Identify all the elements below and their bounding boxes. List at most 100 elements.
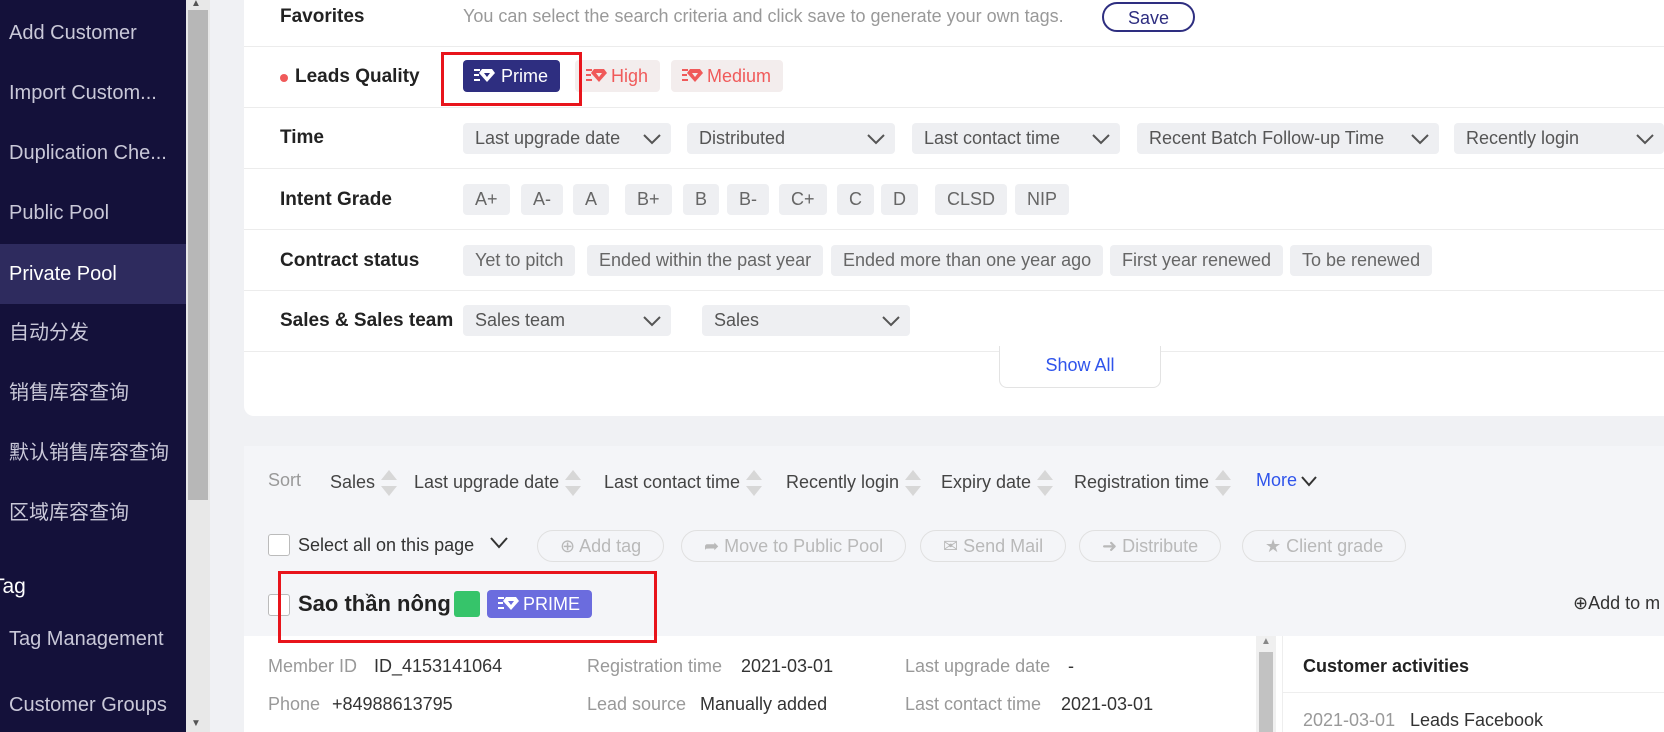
last-upgrade-value: - <box>1068 656 1074 676</box>
star-icon: ★ <box>1265 536 1287 556</box>
sort-arrows-icon[interactable] <box>746 470 763 496</box>
customer-details: Member ID ID_4153141064 Phone +849886137… <box>244 636 1254 732</box>
sort-more[interactable]: More <box>1256 470 1317 491</box>
grade-chip-d[interactable]: D <box>881 184 918 215</box>
dropdown-label: Sales <box>714 310 760 330</box>
nav-add-customer[interactable]: Add Customer <box>0 4 186 62</box>
sort-arrows-icon[interactable] <box>565 470 582 496</box>
dropdown-label: Recent Batch Follow-up Time <box>1149 128 1385 148</box>
contract-chip-first-year-renewed[interactable]: First year renewed <box>1110 245 1284 276</box>
dropdown-last-contact-time[interactable]: Last contact time <box>912 123 1120 154</box>
grade-chip-a-minus[interactable]: A- <box>521 184 563 215</box>
quality-chip-high[interactable]: High <box>575 60 661 93</box>
show-all-button[interactable]: Show All <box>999 346 1161 388</box>
sort-label: Sort <box>268 470 302 490</box>
dropdown-recently-login[interactable]: Recently login <box>1454 123 1664 154</box>
client-grade-label: Client grade <box>1286 536 1384 556</box>
contract-chip-to-be-renewed[interactable]: To be renewed <box>1290 245 1433 276</box>
sort-last-contact-time[interactable]: Last contact time <box>604 470 763 496</box>
nav-duplication-check[interactable]: Duplication Che... <box>0 124 186 182</box>
scroll-up-icon[interactable]: ▲ <box>191 0 201 9</box>
dropdown-recent-batch-follow-up[interactable]: Recent Batch Follow-up Time <box>1137 123 1439 154</box>
dropdown-label: Recently login <box>1466 128 1580 148</box>
time-label: Time <box>280 127 325 148</box>
nav-section-tag: Tag <box>0 575 26 598</box>
diamond-icon <box>681 61 703 93</box>
sort-arrows-icon[interactable] <box>1215 470 1232 496</box>
details-scrollbar[interactable]: ▲ <box>1256 636 1276 732</box>
nav-region-capacity[interactable]: 区域库容查询 <box>0 484 186 542</box>
sidebar-scrollbar[interactable]: ▲ ▼ <box>186 0 210 732</box>
sort-expiry-date[interactable]: Expiry date <box>941 470 1054 496</box>
dropdown-distributed[interactable]: Distributed <box>687 123 895 154</box>
nav-private-pool[interactable]: Private Pool <box>0 244 186 304</box>
mail-icon: ✉ <box>943 536 964 556</box>
distribute-button[interactable]: ➜ Distribute <box>1079 530 1222 562</box>
quality-chip-medium[interactable]: Medium <box>671 60 784 93</box>
scroll-thumb[interactable] <box>1259 652 1273 732</box>
last-contact-value: 2021-03-01 <box>1061 694 1154 714</box>
grade-chip-nip[interactable]: NIP <box>1015 184 1070 215</box>
chevron-down-icon <box>643 305 661 336</box>
sort-arrows-icon[interactable] <box>1037 470 1054 496</box>
chevron-down-icon <box>643 123 661 154</box>
sort-arrows-icon[interactable] <box>905 470 922 496</box>
move-to-public-pool-label: Move to Public Pool <box>724 536 884 556</box>
nav-tag-management[interactable]: Tag Management <box>0 610 186 668</box>
contract-chip-ended-past-year[interactable]: Ended within the past year <box>587 245 824 276</box>
sort-item-label: Last contact time <box>604 471 741 492</box>
grade-chip-clsd[interactable]: CLSD <box>935 184 1008 215</box>
sort-last-upgrade-date[interactable]: Last upgrade date <box>414 470 582 496</box>
nav-import-customers[interactable]: Import Custom... <box>0 64 186 122</box>
add-tag-label: Add tag <box>579 536 642 556</box>
sales-team-label: Sales & Sales team <box>280 310 454 331</box>
chevron-down-icon <box>1411 123 1429 154</box>
dropdown-sales-team[interactable]: Sales team <box>463 305 671 336</box>
diamond-icon <box>585 61 607 93</box>
nav-sales-capacity[interactable]: 销售库容查询 <box>0 364 186 422</box>
sort-recently-login[interactable]: Recently login <box>786 470 922 496</box>
highlight-box-quality-filter <box>441 52 582 106</box>
grade-chip-b[interactable]: B <box>683 184 720 215</box>
grade-chip-a[interactable]: A <box>573 184 610 215</box>
chevron-down-icon[interactable] <box>490 536 508 555</box>
phone-value: +84988613795 <box>332 694 453 714</box>
save-button[interactable]: Save <box>1102 2 1196 32</box>
plus-circle-icon: ⊕ <box>560 536 580 556</box>
favorites-hint: You can select the search criteria and c… <box>463 6 1064 26</box>
chevron-down-icon <box>1301 470 1317 490</box>
grade-chip-a-plus[interactable]: A+ <box>463 184 510 215</box>
favorites-label: Favorites <box>280 6 365 27</box>
send-mail-button[interactable]: ✉ Send Mail <box>920 530 1067 562</box>
add-tag-button[interactable]: ⊕ Add tag <box>537 530 665 562</box>
scroll-down-icon[interactable]: ▼ <box>191 718 201 729</box>
filter-row-time: Time Last upgrade date Distributed Last … <box>244 108 1664 169</box>
registration-time-label: Registration time <box>587 656 723 676</box>
dropdown-last-upgrade-date[interactable]: Last upgrade date <box>463 123 671 154</box>
grade-chip-b-plus[interactable]: B+ <box>625 184 672 215</box>
add-to-button[interactable]: ⊕Add to m <box>1573 593 1660 614</box>
sort-sales[interactable]: Sales <box>330 470 398 496</box>
customer-activities-panel: Customer activities 2021-03-01 Leads Fac… <box>1282 636 1664 732</box>
nav-default-sales-capacity[interactable]: 默认销售库容查询 <box>0 424 186 482</box>
grade-chip-c-plus[interactable]: C+ <box>779 184 827 215</box>
select-all-checkbox[interactable] <box>268 534 290 556</box>
sort-registration-time[interactable]: Registration time <box>1074 470 1232 496</box>
grade-chip-c[interactable]: C <box>837 184 874 215</box>
nav-public-pool[interactable]: Public Pool <box>0 184 186 242</box>
dropdown-sales[interactable]: Sales <box>702 305 910 336</box>
nav-customer-groups[interactable]: Customer Groups <box>0 676 186 732</box>
contract-chip-yet-to-pitch[interactable]: Yet to pitch <box>463 245 576 276</box>
dropdown-label: Sales team <box>475 310 566 330</box>
grade-chip-b-minus[interactable]: B- <box>727 184 769 215</box>
scroll-up-icon[interactable]: ▲ <box>1261 636 1271 647</box>
last-upgrade-label: Last upgrade date <box>905 656 1051 676</box>
contract-chip-ended-over-year[interactable]: Ended more than one year ago <box>831 245 1104 276</box>
sort-item-label: Recently login <box>786 471 900 492</box>
scroll-thumb[interactable] <box>188 10 208 500</box>
nav-auto-distribute[interactable]: 自动分发 <box>0 304 186 362</box>
client-grade-button[interactable]: ★ Client grade <box>1242 530 1407 562</box>
move-to-public-pool-button[interactable]: ➦ Move to Public Pool <box>681 530 907 562</box>
sort-arrows-icon[interactable] <box>381 470 398 496</box>
arrow-right-icon: ➜ <box>1102 536 1123 556</box>
